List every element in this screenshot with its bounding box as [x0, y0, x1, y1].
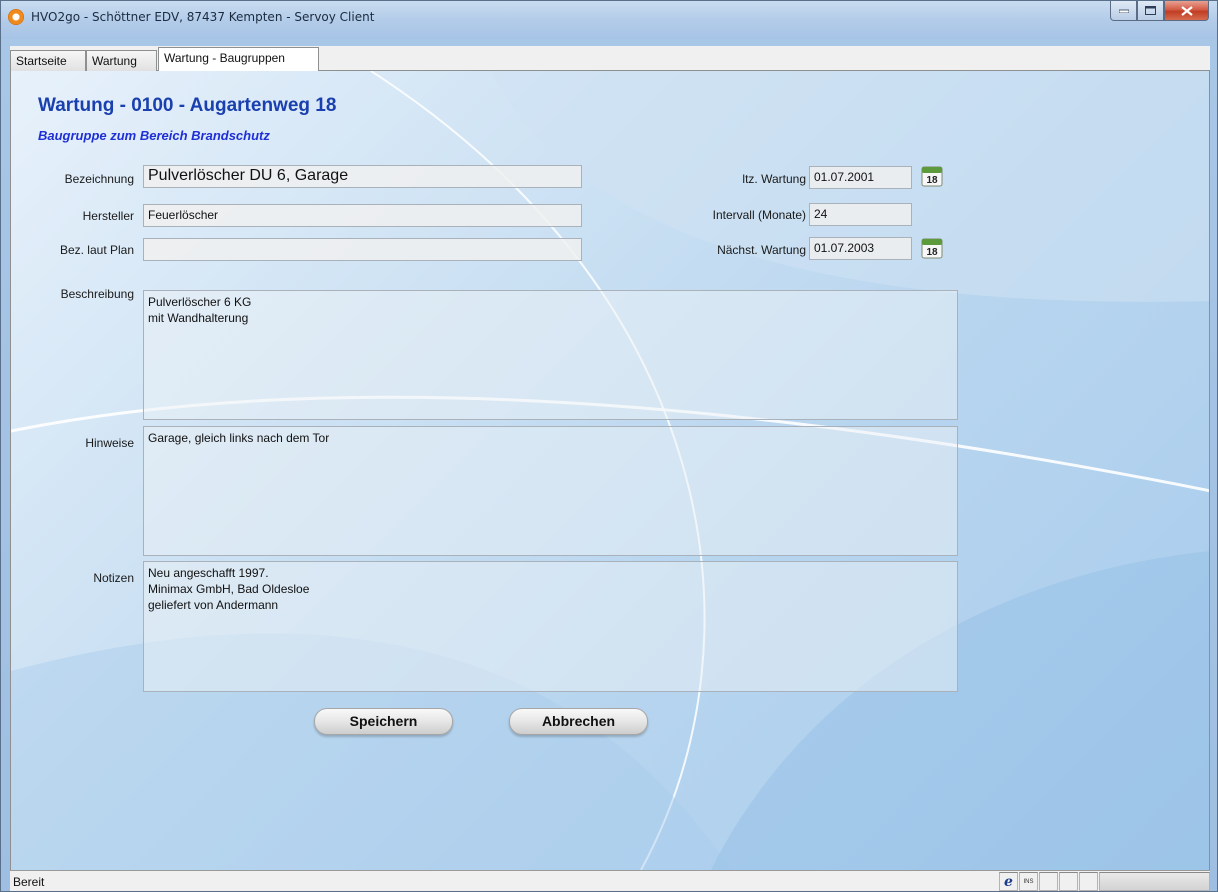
notizen-label: Notizen [93, 571, 134, 585]
close-button[interactable] [1164, 1, 1209, 21]
page-title: Wartung - 0100 - Augartenweg 18 [38, 95, 337, 116]
form-content: Wartung - 0100 - Augartenweg 18 Baugrupp… [10, 71, 1210, 870]
bez-laut-plan-field[interactable] [143, 238, 582, 261]
tab-startseite[interactable]: Startseite [10, 50, 86, 71]
status-cell [1039, 872, 1058, 891]
hinweise-label: Hinweise [85, 436, 134, 450]
tab-wartung-baugruppen[interactable]: Wartung - Baugruppen [158, 47, 319, 72]
notizen-textarea[interactable]: Neu angeschafft 1997. Minimax GmbH, Bad … [143, 561, 958, 692]
intervall-label: Intervall (Monate) [712, 208, 806, 222]
status-cell [1079, 872, 1098, 891]
calendar-day-text: 18 [926, 247, 938, 258]
letzte-wartung-field[interactable]: 01.07.2001 [809, 166, 912, 189]
letzte-wartung-label: ltz. Wartung [742, 172, 806, 186]
tab-strip: Startseite Wartung Wartung - Baugruppen [10, 46, 1210, 72]
status-cell [1059, 872, 1078, 891]
tab-wartung[interactable]: Wartung [86, 50, 157, 71]
beschreibung-label: Beschreibung [60, 287, 134, 301]
ins-indicator: INS [1019, 872, 1038, 891]
maximize-icon [1145, 6, 1156, 15]
hersteller-label: Hersteller [82, 209, 134, 223]
app-icon[interactable] [8, 9, 24, 25]
intervall-field[interactable]: 24 [809, 203, 912, 226]
calendar-day-text: 18 [926, 175, 938, 186]
bez-laut-plan-label: Bez. laut Plan [59, 243, 134, 257]
calendar-icon[interactable]: 18 [920, 164, 944, 188]
maximize-button[interactable] [1137, 1, 1164, 21]
ie-icon: e [999, 872, 1018, 891]
bezeichnung-label: Bezeichnung [64, 172, 134, 186]
window-controls [1110, 1, 1209, 22]
status-indicators: e INS [998, 872, 1210, 891]
hinweise-textarea[interactable]: Garage, gleich links nach dem Tor [143, 426, 958, 556]
hersteller-field[interactable]: Feuerlöscher [143, 204, 582, 227]
app-window: HVO2go - Schöttner EDV, 87437 Kempten - … [0, 0, 1218, 892]
minimize-icon [1118, 9, 1129, 13]
progress-bar [1099, 872, 1210, 891]
cancel-button[interactable]: Abbrechen [509, 708, 648, 735]
naechste-wartung-label: Nächst. Wartung [717, 243, 806, 257]
status-text: Bereit [13, 875, 45, 889]
window-title: HVO2go - Schöttner EDV, 87437 Kempten - … [31, 10, 375, 24]
title-bar[interactable]: HVO2go - Schöttner EDV, 87437 Kempten - … [1, 1, 1217, 39]
status-bar: Bereit e INS [10, 870, 1210, 891]
minimize-button[interactable] [1110, 1, 1137, 21]
calendar-icon[interactable]: 18 [920, 236, 944, 260]
page-subtitle: Baugruppe zum Bereich Brandschutz [38, 128, 270, 143]
beschreibung-textarea[interactable]: Pulverlöscher 6 KG mit Wandhalterung [143, 290, 958, 420]
save-button[interactable]: Speichern [314, 708, 453, 735]
naechste-wartung-field[interactable]: 01.07.2003 [809, 237, 912, 260]
bezeichnung-field[interactable]: Pulverlöscher DU 6, Garage [143, 165, 582, 188]
close-icon [1180, 5, 1193, 16]
